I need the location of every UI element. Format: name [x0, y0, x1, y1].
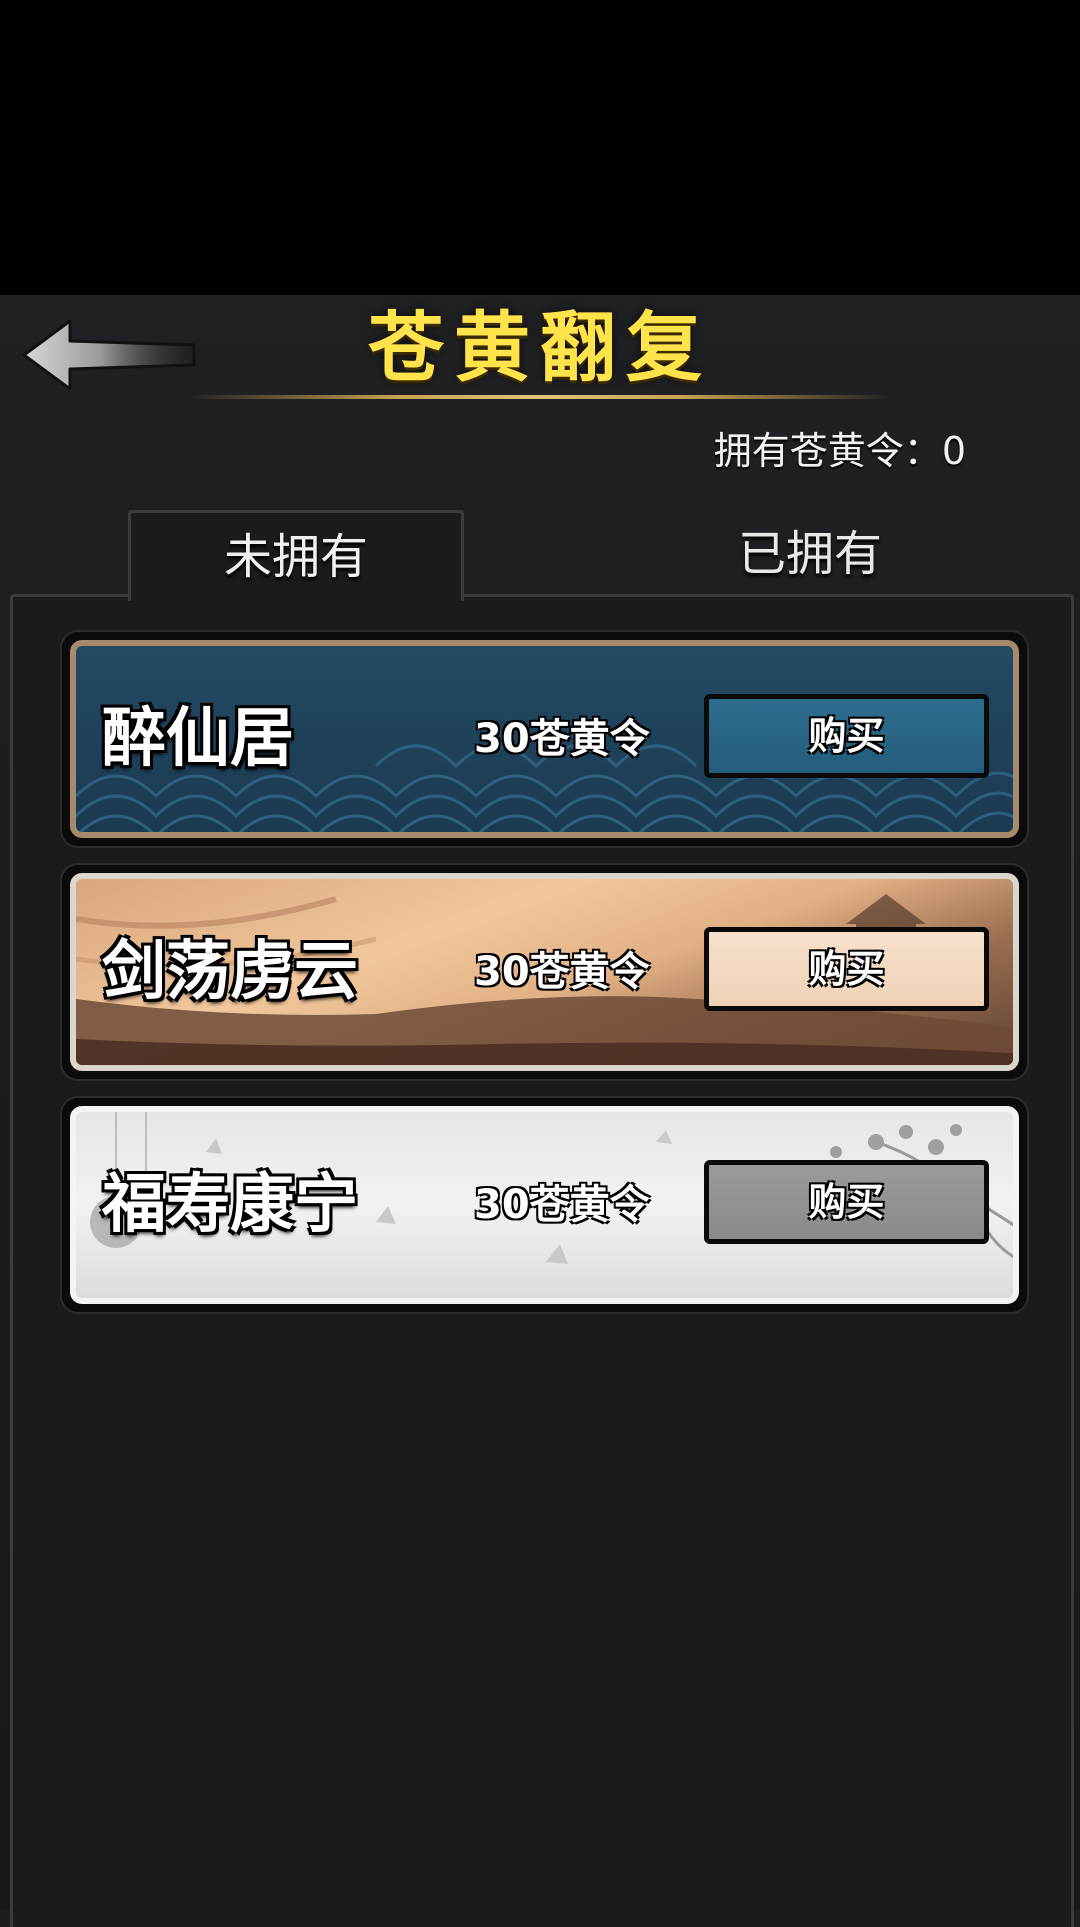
list-item: 醉仙居 30苍黄令 购买 — [62, 632, 1027, 846]
item-card-zuixianju: 醉仙居 30苍黄令 购买 — [70, 640, 1019, 838]
item-card-fushoukangning: 福寿康宁 30苍黄令 购买 — [70, 1106, 1019, 1304]
item-name: 醉仙居 — [102, 702, 294, 776]
item-card-jiandangluyun: 剑荡虏云 30苍黄令 购买 — [70, 873, 1019, 1071]
buy-button[interactable]: 购买 — [704, 927, 989, 1011]
token-balance: 拥有苍黄令：0 — [714, 421, 966, 481]
buy-button[interactable]: 购买 — [704, 1160, 989, 1244]
item-price: 30苍黄令 — [474, 949, 650, 995]
item-name: 剑荡虏云 — [102, 935, 358, 1009]
item-price: 30苍黄令 — [474, 716, 650, 762]
page-title: 苍黄翻复 — [368, 303, 712, 392]
shop-screen: 苍黄翻复 拥有苍黄令：0 未拥有 已拥有 醉仙居 30苍黄令 购买 剑荡虏云 3… — [0, 295, 1080, 1927]
list-item: 剑荡虏云 30苍黄令 购买 — [62, 865, 1027, 1079]
item-price: 30苍黄令 — [474, 1182, 650, 1228]
title-divider — [190, 395, 890, 399]
status-bar-area — [0, 0, 1080, 295]
buy-button[interactable]: 购买 — [704, 694, 989, 778]
tab-owned[interactable]: 已拥有 — [650, 510, 970, 598]
list-item: 福寿康宁 30苍黄令 购买 — [62, 1098, 1027, 1312]
token-count: 0 — [941, 429, 966, 473]
tab-not-owned[interactable]: 未拥有 — [128, 510, 464, 601]
token-label: 拥有苍黄令： — [713, 429, 942, 473]
item-name: 福寿康宁 — [102, 1168, 358, 1242]
